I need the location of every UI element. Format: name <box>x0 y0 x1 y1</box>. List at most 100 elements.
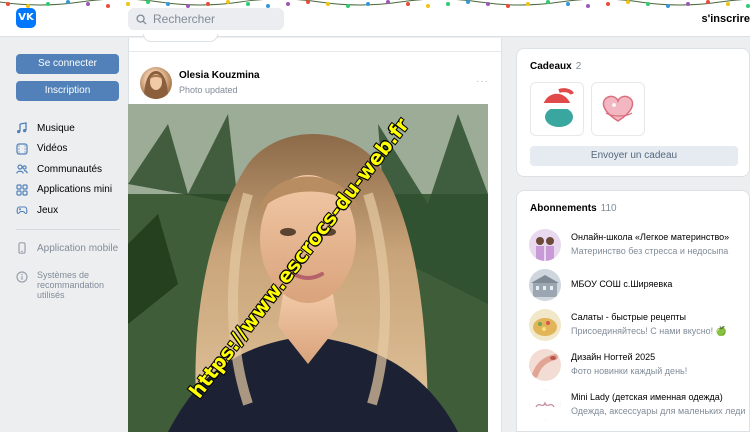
subscription-name: Дизайн Ногтей 2025 <box>571 352 656 362</box>
gifts-count: 2 <box>575 61 582 72</box>
subscription-name: Mini Lady (детская именная одежда) <box>571 392 723 402</box>
subscriptions-card: Abonnements 110 Онлайн-школа «Легкое мате… <box>516 190 750 432</box>
subscription-item[interactable]: Дизайн Ногтей 2025 Фото новинки каждый д… <box>529 347 747 387</box>
garland-bulb <box>406 1 410 6</box>
top-header: VK s'inscrire <box>0 0 750 37</box>
sidebar-item-label: Jeux <box>37 204 59 216</box>
garland-bulb <box>106 3 110 8</box>
subscription-item[interactable]: Салаты - быстрые рецепты Присоединяйтесь… <box>529 307 747 347</box>
garland-bulb <box>626 0 630 5</box>
santa-hat-gift-icon <box>541 88 576 127</box>
garland-decoration <box>0 0 750 8</box>
garland-bulb <box>466 0 470 5</box>
send-gift-button[interactable]: Envoyer un cadeau <box>530 146 738 166</box>
subscriptions-title: Abonnements <box>530 203 597 214</box>
garland-bulb <box>66 0 70 5</box>
garland-bulb <box>146 0 150 5</box>
sidebar-item-music[interactable]: Musique <box>16 118 120 138</box>
garland-bulb <box>86 1 90 6</box>
garland-bulb <box>706 0 710 5</box>
subscription-avatar <box>529 229 561 261</box>
subscriptions-count: 110 <box>600 203 617 214</box>
sidebar-item-label: Application mobile <box>37 242 119 254</box>
post-card: Olesia Kouzmina Photo updated ··· https:… <box>128 34 503 432</box>
garland-bulb <box>746 3 750 8</box>
garland-bulb <box>506 3 510 8</box>
subscription-avatar <box>529 389 561 421</box>
garland-bulb <box>686 2 690 7</box>
sidebar-item-label: Musique <box>37 122 75 134</box>
vk-logo[interactable]: VK <box>16 8 36 28</box>
apps-icon <box>16 183 28 196</box>
garland-bulb <box>46 2 50 7</box>
more-icon[interactable]: ··· <box>476 76 489 87</box>
communities-icon <box>16 163 28 175</box>
post-author[interactable]: Olesia Kouzmina <box>179 70 260 81</box>
sidebar-item-videos[interactable]: Vidéos <box>16 139 120 159</box>
subscription-name: МБОУ СОШ с.Ширяевка <box>571 279 673 289</box>
gift-hearts[interactable] <box>591 82 645 136</box>
subscription-item[interactable]: Mini Lady (детская именная одежда) Одежд… <box>529 387 747 427</box>
sidebar-item-label: Vidéos <box>37 143 68 154</box>
subscription-name: Онлайн-школа «Легкое материнство» <box>571 232 730 242</box>
post-photo[interactable]: https://www.escrocs-du-web.fr <box>128 104 488 432</box>
garland-bulb <box>126 2 130 7</box>
garland-bulb <box>486 1 490 6</box>
author-avatar[interactable] <box>140 67 172 99</box>
info-icon <box>16 271 28 283</box>
gift-santa-hat[interactable] <box>530 82 584 136</box>
gifts-card: Cadeaux 2 Envoyer un cadeau <box>516 48 750 177</box>
post-tab-edge <box>143 34 218 42</box>
search-icon <box>136 13 147 25</box>
sidebar-item-mobile-app[interactable]: Application mobile <box>16 238 120 258</box>
garland-bulb <box>166 1 170 6</box>
sidebar-item-label: Applications mini <box>37 184 113 195</box>
garland-bulb <box>666 3 670 8</box>
garland-bulb <box>326 1 330 6</box>
search-input[interactable] <box>153 12 273 26</box>
garland-bulb <box>206 2 210 7</box>
gamepad-icon <box>16 204 28 216</box>
video-icon <box>16 142 28 155</box>
search-box[interactable] <box>128 8 284 30</box>
subscription-avatar <box>529 269 561 301</box>
garland-bulb <box>246 1 250 6</box>
subscription-avatar <box>529 309 561 341</box>
subscription-description: Материнство без стресса и недосыпа <box>571 246 729 256</box>
subscription-description: Одежда, аксессуары для маленьких леди <box>571 406 746 416</box>
login-button[interactable]: Se connecter <box>16 54 119 74</box>
garland-bulb <box>646 1 650 6</box>
hearts-gift-icon <box>602 95 634 122</box>
sidebar-item-label: Communautés <box>37 163 103 175</box>
garland-bulb <box>606 2 610 7</box>
gifts-title: Cadeaux <box>530 61 572 72</box>
garland-bulb <box>446 2 450 7</box>
subscription-item[interactable]: МБОУ СОШ с.Ширяевка <box>529 267 747 307</box>
sidebar-item-games[interactable]: Jeux <box>16 200 120 220</box>
garland-bulb <box>526 2 530 7</box>
phone-icon <box>16 242 28 254</box>
garland-bulb <box>346 3 350 8</box>
sidebar-divider <box>16 229 120 230</box>
subscription-item[interactable]: Онлайн-школа «Легкое материнство» Матери… <box>529 227 747 267</box>
sidebar-item-apps[interactable]: Applications mini <box>16 180 120 200</box>
sidebar-item-recommendations[interactable]: Systèmes de recommandation utilisés <box>16 270 120 300</box>
subscription-name: Салаты - быстрые рецепты <box>571 312 687 322</box>
garland-bulb <box>386 0 390 5</box>
recommendations-label: Systèmes de recommandation utilisés <box>37 270 105 300</box>
gifts-header: Cadeaux 2 <box>530 61 581 72</box>
subscriptions-header: Abonnements 110 <box>530 203 617 214</box>
garland-bulb <box>546 0 550 5</box>
garland-bulb <box>226 0 230 5</box>
signup-link[interactable]: s'inscrire <box>702 13 750 25</box>
garland-bulb <box>306 0 310 5</box>
post-separator <box>129 51 503 52</box>
left-sidebar: Se connecter Inscription Musique Vidéos … <box>16 54 120 300</box>
music-icon <box>16 122 28 134</box>
register-button[interactable]: Inscription <box>16 81 119 101</box>
side-nav: Musique Vidéos Communautés Applications … <box>16 118 120 300</box>
garland-bulb <box>726 1 730 6</box>
garland-bulb <box>6 2 10 6</box>
sidebar-item-communities[interactable]: Communautés <box>16 159 120 179</box>
portrait-image <box>128 104 488 432</box>
